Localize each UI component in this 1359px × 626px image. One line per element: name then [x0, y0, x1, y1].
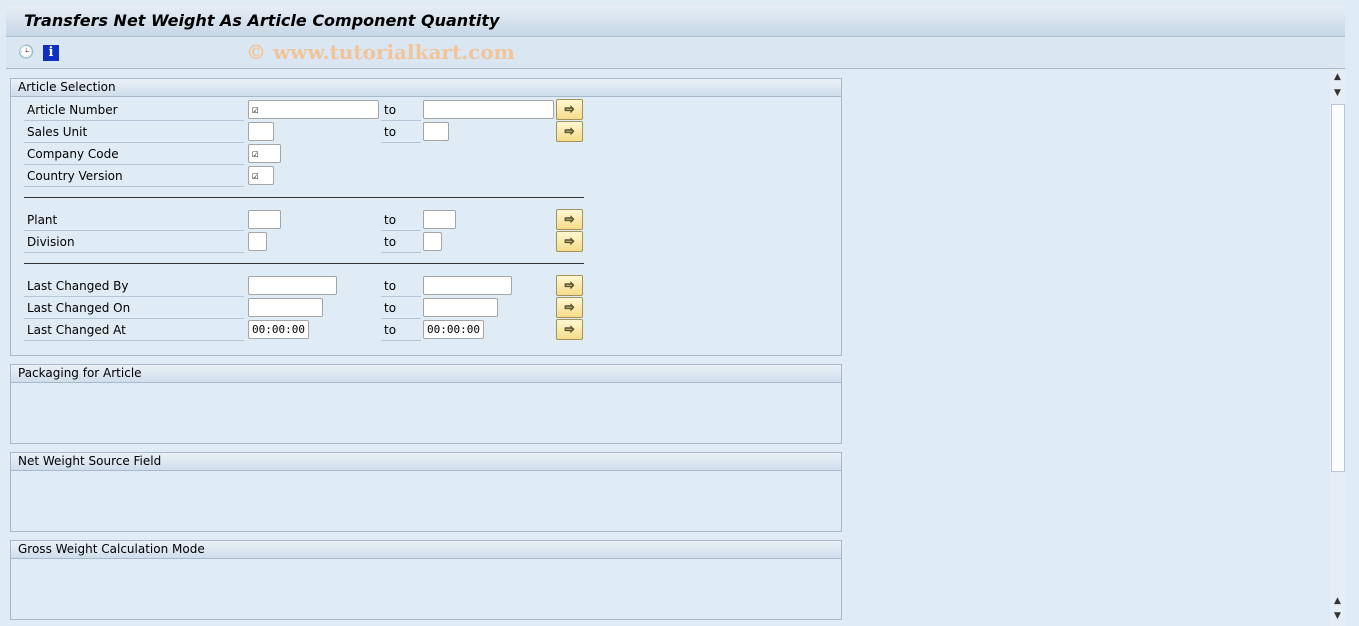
underline: [24, 120, 244, 121]
group-title: Net Weight Source Field: [11, 453, 841, 471]
multiple-selection-button[interactable]: ⇨: [556, 99, 583, 120]
field-label-plant: Plant: [27, 213, 58, 227]
scroll-down-arrow-icon[interactable]: ▼: [1330, 611, 1345, 621]
last-changed-by-to-input[interactable]: [423, 276, 512, 295]
group-title: Article Selection: [11, 79, 841, 97]
underline: [381, 296, 421, 297]
underline: [381, 120, 421, 121]
info-icon[interactable]: i: [43, 45, 59, 61]
multiple-selection-button[interactable]: ⇨: [556, 275, 583, 296]
underline: [24, 252, 244, 253]
separator: [24, 197, 584, 198]
underline: [24, 142, 244, 143]
underline: [24, 186, 244, 187]
to-label: to: [384, 213, 397, 227]
separator: [24, 263, 584, 264]
to-label: to: [384, 235, 397, 249]
page-title: Transfers Net Weight As Article Componen…: [24, 11, 500, 30]
field-label-article-number: Article Number: [27, 103, 118, 117]
underline: [24, 296, 244, 297]
underline: [24, 318, 244, 319]
field-label-last-changed-by: Last Changed By: [27, 279, 129, 293]
division-from-input[interactable]: [248, 232, 267, 251]
to-label: to: [384, 301, 397, 315]
to-label: to: [384, 323, 397, 337]
field-label-country-version: Country Version: [27, 169, 123, 183]
group-gross-weight-mode: Gross Weight Calculation Mode: [10, 540, 842, 620]
underline: [381, 142, 421, 143]
scrollbar-thumb[interactable]: [1331, 104, 1345, 472]
last-changed-on-from-input[interactable]: [248, 298, 323, 317]
group-title: Gross Weight Calculation Mode: [11, 541, 841, 559]
execute-clock-icon[interactable]: 🕒: [18, 45, 34, 61]
underline: [24, 164, 244, 165]
country-version-from-input[interactable]: ☑: [248, 166, 274, 185]
to-label: to: [384, 125, 397, 139]
scroll-up-arrow-icon[interactable]: ▲: [1330, 72, 1345, 82]
last-changed-at-to-input[interactable]: 00:00:00: [423, 320, 484, 339]
multiple-selection-button[interactable]: ⇨: [556, 297, 583, 318]
group-title: Packaging for Article: [11, 365, 841, 383]
application-toolbar: 🕒 i: [6, 37, 1345, 69]
group-packaging: Packaging for Article: [10, 364, 842, 444]
arrow-right-icon: ⇨: [564, 212, 575, 227]
underline: [381, 230, 421, 231]
underline: [381, 318, 421, 319]
arrow-right-icon: ⇨: [564, 300, 575, 315]
arrow-right-icon: ⇨: [564, 234, 575, 249]
watermark: © www.tutorialkart.com: [246, 40, 515, 64]
to-label: to: [384, 279, 397, 293]
scroll-up-arrow-icon[interactable]: ▲: [1330, 596, 1345, 606]
to-label: to: [384, 103, 397, 117]
multiple-selection-button[interactable]: ⇨: [556, 231, 583, 252]
arrow-right-icon: ⇨: [564, 102, 575, 117]
underline: [381, 252, 421, 253]
article-number-from-input[interactable]: ☑: [248, 100, 379, 119]
plant-to-input[interactable]: [423, 210, 456, 229]
last-changed-by-from-input[interactable]: [248, 276, 337, 295]
multiple-selection-button[interactable]: ⇨: [556, 319, 583, 340]
last-changed-on-to-input[interactable]: [423, 298, 498, 317]
field-label-last-changed-at: Last Changed At: [27, 323, 126, 337]
arrow-right-icon: ⇨: [564, 278, 575, 293]
division-to-input[interactable]: [423, 232, 442, 251]
company-code-from-input[interactable]: ☑: [248, 144, 281, 163]
multiple-selection-button[interactable]: ⇨: [556, 121, 583, 142]
sales-unit-to-input[interactable]: [423, 122, 449, 141]
article-number-to-input[interactable]: [423, 100, 554, 119]
field-label-last-changed-on: Last Changed On: [27, 301, 131, 315]
arrow-right-icon: ⇨: [564, 124, 575, 139]
field-label-sales-unit: Sales Unit: [27, 125, 88, 139]
group-net-weight-source: Net Weight Source Field: [10, 452, 842, 532]
underline: [381, 340, 421, 341]
last-changed-at-from-input[interactable]: 00:00:00: [248, 320, 309, 339]
field-label-company-code: Company Code: [27, 147, 119, 161]
arrow-right-icon: ⇨: [564, 322, 575, 337]
underline: [24, 230, 244, 231]
multiple-selection-button[interactable]: ⇨: [556, 209, 583, 230]
plant-from-input[interactable]: [248, 210, 281, 229]
field-label-division: Division: [27, 235, 75, 249]
scroll-up-arrow-icon[interactable]: ▼: [1330, 88, 1345, 98]
sales-unit-from-input[interactable]: [248, 122, 274, 141]
underline: [24, 340, 244, 341]
title-bar: Transfers Net Weight As Article Componen…: [6, 6, 1345, 37]
